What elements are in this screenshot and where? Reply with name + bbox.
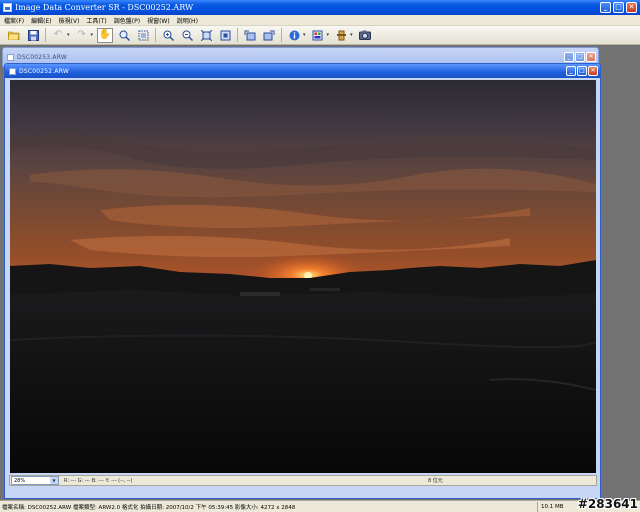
file-info: 檔案名稱: DSC00252.ARW 檔案類型: ARW2.0 格式化 拍攝日期… xyxy=(2,504,296,511)
maximize-button[interactable]: □ xyxy=(577,66,587,76)
image-window-dsc00252[interactable]: DSC00252.ARW _ □ ✕ 28% ▼ R: --- G: --- B… xyxy=(4,63,601,499)
undo-dropdown-icon[interactable]: ▾ xyxy=(67,32,70,38)
image-window-controls: _ □ ✕ xyxy=(566,66,598,76)
image-file-icon xyxy=(9,67,16,75)
minimize-button[interactable]: _ xyxy=(600,2,611,13)
zoom-out-icon[interactable] xyxy=(179,28,195,43)
select-icon[interactable] xyxy=(135,28,151,43)
zoom-value: 28% xyxy=(14,477,26,484)
info-dropdown-icon[interactable]: ▾ xyxy=(303,32,306,38)
image-window-title: DSC00253.ARW xyxy=(17,53,67,61)
maximize-button[interactable]: □ xyxy=(575,52,585,62)
file-size: 10.1 MB xyxy=(541,503,564,510)
close-button[interactable]: ✕ xyxy=(588,66,598,76)
chevron-down-icon[interactable]: ▼ xyxy=(50,477,58,484)
image-window-title: DSC00252.ARW xyxy=(19,67,69,75)
menu-window[interactable]: 視窗(W) xyxy=(147,16,170,25)
image-status-bar: 28% ▼ R: --- G: --- B: --- Y: --- (--, -… xyxy=(9,475,597,486)
image-file-icon xyxy=(7,53,14,61)
adjust-icon[interactable] xyxy=(333,28,349,43)
status-bar: 檔案名稱: DSC00252.ARW 檔案類型: ARW2.0 格式化 拍攝日期… xyxy=(0,500,640,512)
rotate-right-icon[interactable] xyxy=(261,28,277,43)
menu-file[interactable]: 檔案(F) xyxy=(4,16,24,25)
close-button[interactable]: ✕ xyxy=(626,2,637,13)
window-controls: _ □ ✕ xyxy=(600,2,637,13)
rotate-left-icon[interactable] xyxy=(242,28,258,43)
save-icon[interactable] xyxy=(25,28,41,43)
bit-depth: 8 位元 xyxy=(428,478,443,484)
app-icon xyxy=(3,3,12,12)
toolbar-separator xyxy=(237,28,239,42)
image-window-controls: _ □ ✕ xyxy=(564,52,596,62)
zoom-select[interactable]: 28% ▼ xyxy=(11,476,59,485)
mdi-workspace: DSC00253.ARW _ □ ✕ DSC00252.ARW _ □ ✕ 28… xyxy=(0,46,640,500)
watermark: #283641 xyxy=(577,497,638,511)
menu-palette[interactable]: 調色盤(P) xyxy=(114,16,140,25)
app-title: Image Data Converter SR - DSC00252.ARW xyxy=(15,3,194,12)
magnifier-icon[interactable] xyxy=(116,28,132,43)
toolbar: ↶ ▾ ↷ ▾ ✋ ▾ ▾ ▾ xyxy=(0,26,640,45)
open-folder-icon[interactable] xyxy=(6,28,22,43)
menu-help[interactable]: 說明(H) xyxy=(177,16,198,25)
menu-view[interactable]: 檢視(V) xyxy=(59,16,80,25)
app-titlebar: Image Data Converter SR - DSC00252.ARW _… xyxy=(0,0,640,15)
fit-icon[interactable] xyxy=(198,28,214,43)
menu-tools[interactable]: 工具(T) xyxy=(86,16,106,25)
actual-size-icon[interactable] xyxy=(217,28,233,43)
redo-dropdown-icon[interactable]: ▾ xyxy=(91,32,94,38)
minimize-button[interactable]: _ xyxy=(566,66,576,76)
toolbar-separator xyxy=(155,28,157,42)
menu-bar: 檔案(F) 編輯(E) 檢視(V) 工具(T) 調色盤(P) 視窗(W) 說明(… xyxy=(0,15,640,26)
image-window-titlebar[interactable]: DSC00252.ARW _ □ ✕ xyxy=(5,64,600,78)
sunset-photo xyxy=(10,133,596,473)
zoom-in-icon[interactable] xyxy=(160,28,176,43)
image-canvas[interactable] xyxy=(10,80,596,473)
close-button[interactable]: ✕ xyxy=(586,52,596,62)
info-icon[interactable] xyxy=(286,28,302,43)
palette-dropdown-icon[interactable]: ▾ xyxy=(327,32,330,38)
pixel-readout: R: --- G: --- B: --- Y: --- (--, --) xyxy=(64,477,133,484)
undo-icon[interactable]: ↶ xyxy=(50,28,66,43)
camera-icon[interactable] xyxy=(357,28,373,43)
maximize-button[interactable]: □ xyxy=(613,2,624,13)
palette-icon[interactable] xyxy=(310,28,326,43)
image-window-titlebar[interactable]: DSC00253.ARW _ □ ✕ xyxy=(3,50,598,64)
redo-icon[interactable]: ↷ xyxy=(74,28,90,43)
toolbar-separator xyxy=(45,28,46,42)
hand-icon[interactable]: ✋ xyxy=(97,27,114,43)
status-separator xyxy=(537,502,538,512)
toolbar-separator xyxy=(281,28,283,42)
adjust-dropdown-icon[interactable]: ▾ xyxy=(350,32,353,38)
menu-edit[interactable]: 編輯(E) xyxy=(31,16,51,25)
minimize-button[interactable]: _ xyxy=(564,52,574,62)
